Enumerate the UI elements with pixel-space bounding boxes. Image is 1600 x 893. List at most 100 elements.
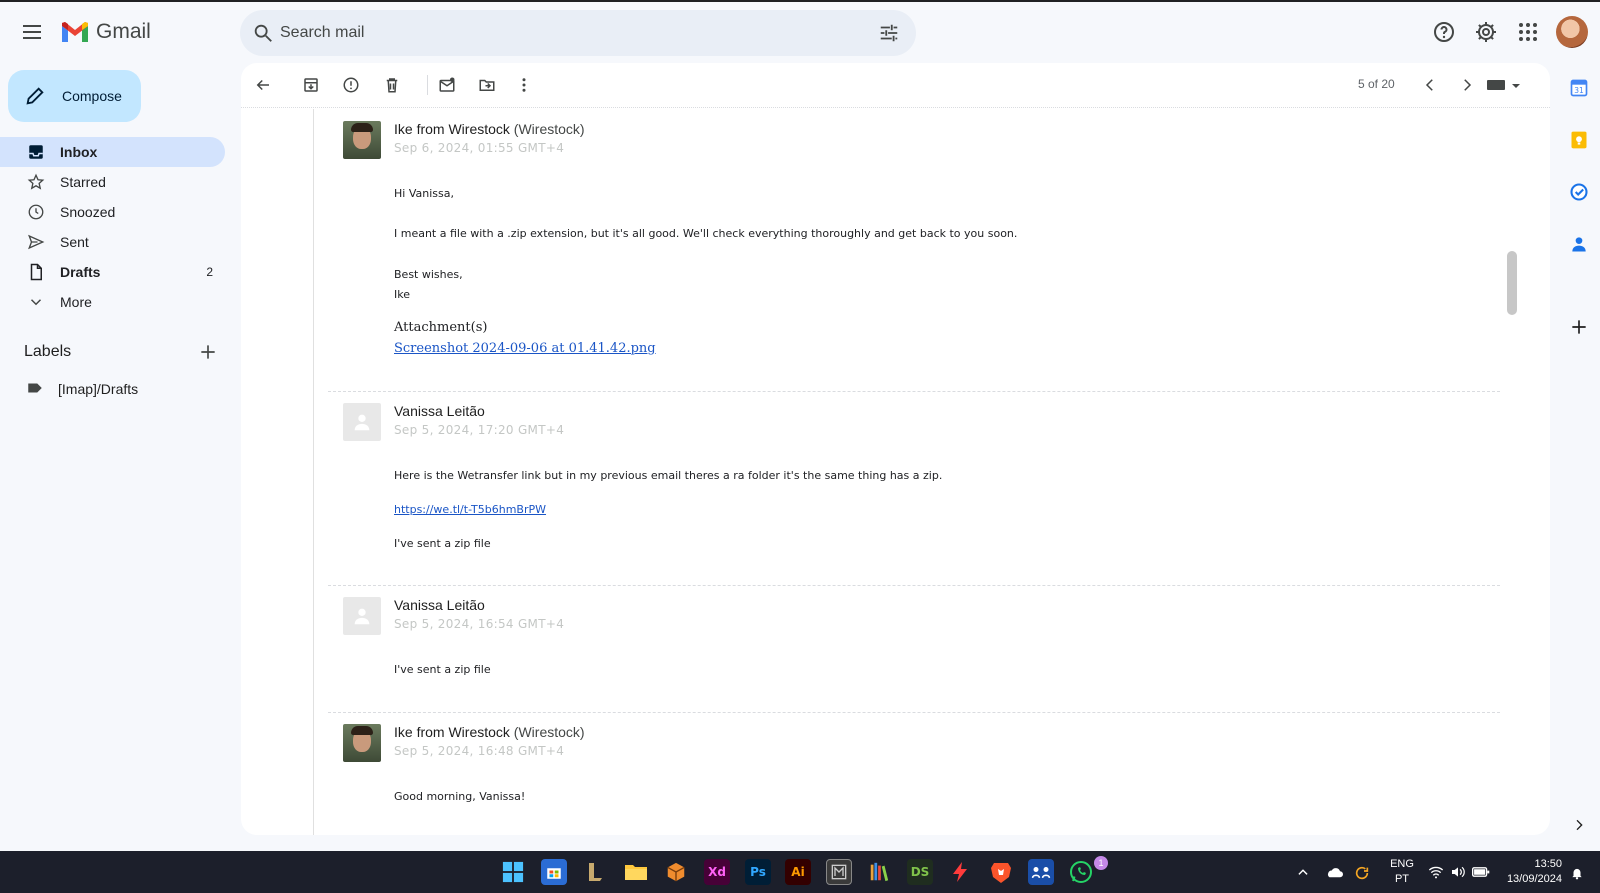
- apps-grid-icon[interactable]: [1516, 20, 1540, 44]
- wifi-icon[interactable]: [1428, 865, 1444, 882]
- label-item-imap-drafts[interactable]: [Imap]/Drafts: [0, 374, 225, 404]
- sidebar-item-inbox[interactable]: Inbox: [0, 137, 225, 167]
- message-header: Ike from Wirestock (Wirestock) Sep 6, 20…: [394, 121, 585, 155]
- sender-org: (Wirestock): [513, 121, 585, 137]
- adobe-photoshop-icon[interactable]: Ps: [745, 859, 771, 885]
- sidebar-item-snoozed[interactable]: Snoozed: [0, 197, 225, 227]
- labels-heading: Labels: [24, 343, 72, 360]
- attachments-heading: Attachment(s): [394, 320, 488, 335]
- search-icon[interactable]: [252, 22, 274, 44]
- message-header: Vanissa Leitão Sep 5, 2024, 17:20 GMT+4: [394, 403, 564, 437]
- battery-icon[interactable]: [1472, 865, 1490, 882]
- account-avatar[interactable]: [1556, 16, 1588, 48]
- sender-name[interactable]: Vanissa Leitão: [394, 597, 485, 613]
- input-language-indicator[interactable]: ENG PT: [1388, 857, 1416, 887]
- volume-speaker-icon[interactable]: [1450, 865, 1466, 882]
- newer-chevron-left-icon[interactable]: [1420, 75, 1440, 95]
- wetransfer-link[interactable]: https://we.tl/t-T5b6hmBrPW: [394, 503, 546, 516]
- ds-app-icon[interactable]: DS: [907, 859, 933, 885]
- sync-update-icon[interactable]: [1354, 865, 1370, 884]
- calendar-icon[interactable]: 31: [1567, 76, 1591, 100]
- onedrive-cloud-icon[interactable]: [1325, 865, 1343, 882]
- message-body-line: I've sent a zip file: [394, 663, 491, 676]
- sender-avatar[interactable]: [343, 597, 381, 635]
- older-chevron-right-icon[interactable]: [1457, 75, 1477, 95]
- league-of-legends-icon[interactable]: [582, 859, 608, 885]
- chevron-down-icon: [26, 292, 46, 312]
- pencil-icon: [26, 87, 44, 105]
- sender-avatar[interactable]: [343, 403, 381, 441]
- sidebar-item-starred[interactable]: Starred: [0, 167, 225, 197]
- message-body-line: I meant a file with a .zip extension, bu…: [394, 227, 1018, 240]
- search-bar[interactable]: [240, 10, 916, 56]
- brave-browser-icon[interactable]: [988, 859, 1014, 885]
- ds-app-label: DS: [910, 865, 930, 879]
- attachment-link[interactable]: Screenshot 2024-09-06 at 01.41.42.png: [394, 341, 656, 356]
- move-to-folder-icon[interactable]: [477, 75, 497, 95]
- message-toolbar: 5 of 20: [241, 63, 1550, 108]
- whatsapp-notification-badge: 1: [1094, 856, 1108, 870]
- app-name: Gmail: [96, 20, 151, 43]
- draft-file-icon: [26, 262, 46, 282]
- sidebar-item-sent[interactable]: Sent: [0, 227, 225, 257]
- remote-desktop-app-icon[interactable]: [1028, 859, 1054, 885]
- sidebar-item-label: Inbox: [60, 144, 98, 160]
- add-label-icon[interactable]: [198, 342, 218, 362]
- search-options-icon[interactable]: [878, 22, 900, 44]
- show-hidden-icons-chevron-icon[interactable]: [1296, 865, 1310, 882]
- message-body-line: Ike: [394, 288, 410, 301]
- compose-label: Compose: [62, 88, 122, 104]
- expand-side-panel-icon[interactable]: [1567, 813, 1591, 837]
- gmail-logo[interactable]: Gmail: [60, 20, 151, 44]
- message-date: Sep 5, 2024, 16:54 GMT+4: [394, 617, 565, 631]
- adobe-illustrator-icon[interactable]: Ai: [785, 859, 811, 885]
- archive-icon[interactable]: [301, 75, 321, 95]
- delete-trash-icon[interactable]: [382, 75, 402, 95]
- keep-notes-icon[interactable]: [1567, 128, 1591, 152]
- get-addons-plus-icon[interactable]: [1567, 315, 1591, 339]
- gmail-m-icon: [62, 22, 88, 42]
- send-icon: [26, 232, 46, 252]
- sender-avatar[interactable]: [343, 121, 381, 159]
- search-input[interactable]: [280, 10, 840, 56]
- sender-name[interactable]: Ike from Wirestock: [394, 724, 510, 740]
- adobe-xd-icon[interactable]: Xd: [704, 859, 730, 885]
- input-tools-keyboard-icon[interactable]: [1485, 75, 1523, 95]
- help-icon[interactable]: [1432, 20, 1456, 44]
- message-item: Vanissa Leitão Sep 5, 2024, 17:20 GMT+4 …: [328, 403, 1500, 583]
- svg-text:31: 31: [1574, 86, 1584, 95]
- settings-gear-icon[interactable]: [1474, 20, 1498, 44]
- compose-button[interactable]: Compose: [8, 70, 141, 122]
- message-panel: 5 of 20 Ike from Wirestock (Wirestock) S…: [241, 63, 1550, 835]
- back-arrow-icon[interactable]: [253, 75, 273, 95]
- message-body-line: Hi Vanissa,: [394, 187, 454, 200]
- header: Gmail: [0, 2, 1600, 62]
- windows-taskbar: Xd Ps Ai DS 1 ENG PT 13:50 13/09/2024: [0, 851, 1600, 893]
- clock-icon: [26, 202, 46, 222]
- microsoft-store-icon[interactable]: [541, 859, 567, 885]
- notification-bell-icon[interactable]: [1570, 865, 1584, 884]
- sidebar-item-more[interactable]: More: [0, 287, 225, 317]
- more-options-icon[interactable]: [514, 75, 534, 95]
- lightning-app-icon[interactable]: [947, 859, 973, 885]
- message-item: Vanissa Leitão Sep 5, 2024, 16:54 GMT+4 …: [328, 597, 1500, 697]
- contacts-icon[interactable]: [1567, 232, 1591, 256]
- whatsapp-icon[interactable]: [1068, 859, 1094, 885]
- message-item: Ike from Wirestock (Wirestock) Sep 6, 20…: [328, 121, 1500, 391]
- image-viewer-app-icon[interactable]: [826, 859, 852, 885]
- sender-name[interactable]: Vanissa Leitão: [394, 403, 485, 419]
- sender-avatar[interactable]: [343, 724, 381, 762]
- tasks-icon[interactable]: [1567, 180, 1591, 204]
- sender-name[interactable]: Ike from Wirestock: [394, 121, 510, 137]
- system-clock[interactable]: 13:50 13/09/2024: [1498, 857, 1562, 887]
- sidebar-item-drafts[interactable]: Drafts 2: [0, 257, 225, 287]
- mark-unread-icon[interactable]: [437, 75, 457, 95]
- message-body-line: I've sent a zip file: [394, 537, 491, 550]
- report-spam-icon[interactable]: [341, 75, 361, 95]
- main-menu-icon[interactable]: [20, 20, 44, 44]
- thread-scrollbar-thumb[interactable]: [1507, 251, 1517, 315]
- package-box-app-icon[interactable]: [663, 859, 689, 885]
- file-explorer-folder-icon[interactable]: [623, 859, 649, 885]
- windows-start-icon[interactable]: [500, 859, 526, 885]
- library-books-icon[interactable]: [866, 859, 892, 885]
